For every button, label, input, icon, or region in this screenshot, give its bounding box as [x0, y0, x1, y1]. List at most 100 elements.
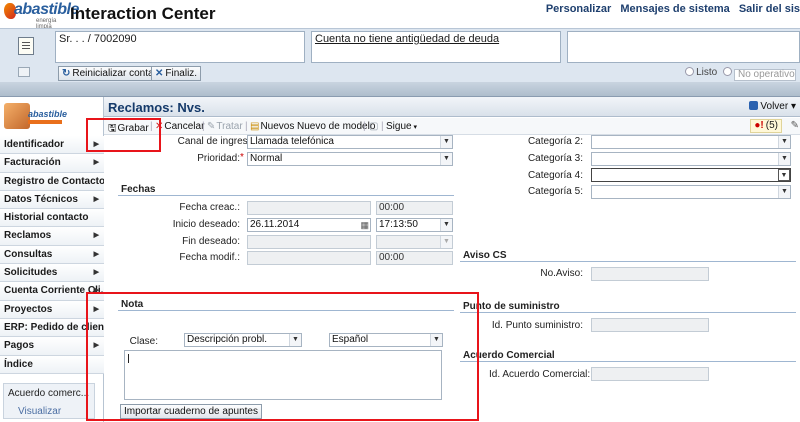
save-label: Grabar	[117, 123, 149, 134]
sidebar-item[interactable]: Cuenta Corriente Cli... ▶	[0, 282, 104, 301]
personalize-link[interactable]: Personalizar	[546, 3, 611, 15]
debt-info-box: Cuenta no tiene antigüedad de deuda	[311, 31, 561, 63]
category3-select[interactable]: ▼	[591, 152, 791, 166]
supply-field	[591, 318, 709, 332]
calendar-icon[interactable]: ▦	[360, 219, 369, 231]
brand-logo: abastible energía limpia	[4, 1, 79, 30]
sidebar-item[interactable]: Registro de Contacto	[0, 172, 104, 191]
system-messages-link[interactable]: Mensajes de sistema	[620, 3, 729, 15]
toolbar: 🖫Grabar | ✕Cancelar | ✎Tratar | ▤Nuevos …	[104, 118, 800, 135]
copy-icon[interactable]: ▢	[369, 121, 378, 132]
sidebar-item-label: Solicitudes	[4, 267, 58, 279]
dates-divider	[118, 195, 454, 196]
language-select[interactable]: Español ▼	[329, 333, 443, 347]
sidebar-item-label: ERP: Pedido de cliente	[4, 321, 104, 333]
sidebar-item-label: Registro de Contacto	[4, 175, 104, 187]
new-button[interactable]: ▤Nuevos	[250, 121, 294, 132]
next-chevron-icon: ▾	[411, 124, 418, 131]
customer-info-box: Sr. . . / 7002090	[55, 31, 305, 63]
sidebar-item-label: Identificador	[4, 139, 65, 150]
not-operating-radio[interactable]	[723, 67, 732, 76]
sidebar-item-label: Consultas	[4, 248, 53, 260]
sidebar-item[interactable]: Identificador ▶	[0, 136, 104, 155]
required-marker: *	[240, 152, 244, 163]
created-date-field	[247, 201, 371, 215]
chevron-down-icon: ▼	[778, 186, 790, 198]
sidebar-item[interactable]: Datos Técnicos ▶	[0, 190, 104, 210]
not-operating-field[interactable]: No operativo	[734, 69, 796, 81]
ready-radio[interactable]	[685, 67, 695, 76]
agreement-field	[591, 367, 709, 381]
chevron-right-icon: ▶	[93, 269, 99, 277]
toolbar-separator: |	[245, 121, 248, 132]
finish-button[interactable]: ✕ Finaliz.	[151, 66, 202, 81]
start-time-field[interactable]: 17:13:50 ▼	[376, 218, 453, 232]
category5-select[interactable]: ▼	[591, 185, 791, 199]
cancel-icon: ✕	[155, 121, 164, 132]
save-icon: 🖫	[108, 123, 117, 134]
next-button[interactable]: Sigue ▾	[386, 121, 417, 132]
sidebar-item[interactable]: Proyectos ▶	[0, 300, 104, 319]
notepad-icon[interactable]	[18, 37, 34, 55]
note-divider	[118, 310, 454, 311]
chevron-down-icon: ▼	[778, 153, 790, 165]
sidebar-item[interactable]: Historial contacto	[0, 209, 104, 228]
chevron-right-icon: ▶	[93, 159, 99, 167]
start-date-field[interactable]: 26.11.2014 ▦	[247, 218, 371, 232]
ready-label: Listo	[696, 67, 718, 78]
debt-status-link[interactable]: Cuenta no tiene antigüedad de deuda	[315, 33, 499, 45]
sidebar-item-label: Proyectos	[4, 303, 53, 315]
sidebar-item[interactable]: ERP: Pedido de cliente	[0, 318, 104, 338]
save-button[interactable]: 🖫Grabar	[108, 121, 149, 138]
sidebar-item[interactable]: Pagos ▶	[0, 337, 104, 356]
priority-select[interactable]: Normal ▼	[247, 152, 453, 166]
category3-label: Categoría 3:	[527, 153, 583, 164]
chevron-right-icon: ▶	[93, 305, 99, 313]
app-header: abastible energía limpia Interaction Cen…	[0, 0, 800, 30]
new-label: Nuevos	[260, 121, 295, 132]
cancel-button[interactable]: ✕Cancelar	[155, 121, 204, 132]
toolbar-separator: |	[150, 121, 153, 132]
messages-badge[interactable]: ●! (5)	[750, 119, 782, 133]
finish-icon: ✕	[155, 68, 164, 79]
chevron-right-icon: ▶	[93, 232, 99, 240]
back-button[interactable]: Volver ▾	[749, 101, 796, 112]
chevron-right-icon: ▶	[93, 342, 99, 350]
back-icon	[749, 101, 759, 110]
note-textarea[interactable]	[124, 350, 442, 400]
process-button[interactable]: ✎Tratar	[207, 121, 243, 132]
sidebar-item[interactable]: Reclamos ▶	[0, 227, 104, 246]
category2-select[interactable]: ▼	[591, 135, 791, 149]
category4-label: Categoría 4:	[527, 170, 583, 181]
chevron-right-icon: ▶	[93, 141, 99, 148]
modified-label: Fecha modif.:	[179, 252, 240, 263]
sidebar-item[interactable]: Consultas ▶	[0, 245, 104, 265]
chevron-right-icon: ▶	[93, 287, 99, 295]
priority-value: Normal	[250, 153, 283, 164]
sidebar-item[interactable]: Índice	[0, 355, 104, 374]
view-link[interactable]: Visualizar	[18, 406, 61, 417]
category4-select[interactable]: ▼	[591, 168, 791, 182]
end-date-field	[247, 235, 371, 249]
end-label: Fin deseado:	[182, 236, 240, 247]
sidebar-item[interactable]: Facturación ▶	[0, 154, 104, 173]
channel-select[interactable]: Llamada telefónica ▼	[247, 135, 453, 149]
sidebar-item-label: Pagos	[4, 340, 35, 352]
import-notes-button[interactable]: Importar cuaderno de apuntes	[120, 404, 262, 419]
new-document-icon: ▤	[250, 121, 260, 132]
created-time-field: 00:00	[376, 201, 453, 215]
app-title: Interaction Center	[70, 4, 216, 23]
modified-time-field: 00:00	[376, 251, 453, 265]
dates-section-title: Fechas	[121, 184, 156, 195]
logout-link[interactable]: Salir del sis	[739, 3, 800, 15]
header-links: Personalizar Mensajes de sistema Salir d…	[540, 3, 800, 15]
start-label: Inicio deseado:	[172, 219, 240, 230]
logo-bar	[28, 120, 62, 124]
sidebar-logo-text: abastible	[28, 109, 68, 119]
agreement-box: Acuerdo comerc... Visualizar	[3, 383, 95, 419]
cancel-label: Cancelar	[164, 121, 205, 132]
settings-wrench-icon[interactable]: ✎	[791, 120, 799, 131]
sidebar-item[interactable]: Solicitudes ▶	[0, 264, 104, 283]
class-select[interactable]: Descripción probl. ▼	[184, 333, 302, 347]
toolbar-separator: |	[363, 121, 366, 132]
